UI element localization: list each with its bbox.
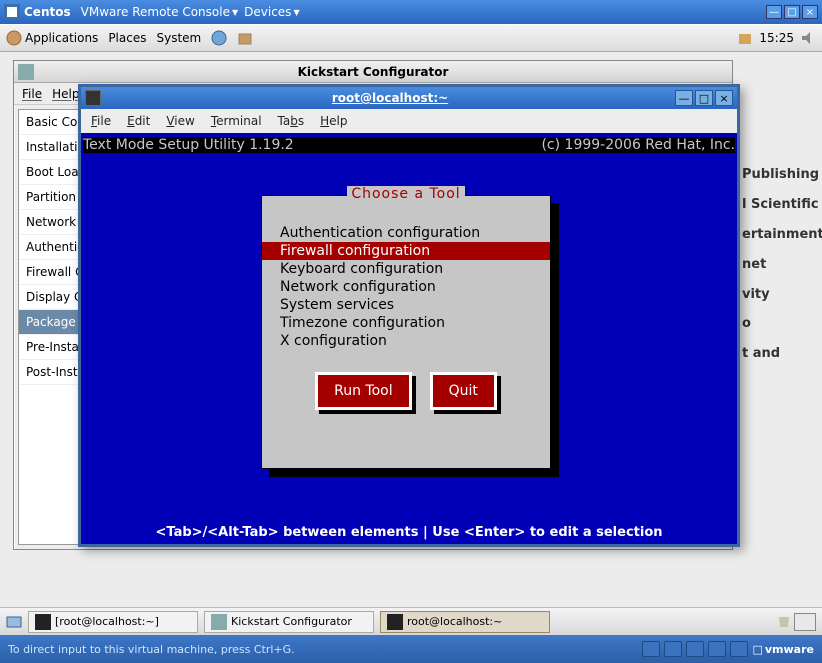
partial-text: vity [742,280,822,310]
term-menu-help[interactable]: Help [320,114,347,128]
system-menu[interactable]: System [156,31,201,45]
terminal-icon [387,614,403,630]
apps-icon [6,30,22,46]
partial-text: net [742,250,822,280]
ks-menu-help[interactable]: Help [52,87,79,101]
util-copyright: (c) 1999-2006 Red Hat, Inc. [541,137,735,153]
terminal-icon [85,90,101,106]
kickstart-title: Kickstart Configurator [298,65,449,79]
task-kickstart[interactable]: Kickstart Configurator [204,611,374,633]
device-indicator[interactable] [730,641,748,657]
term-menu-file[interactable]: File [91,114,111,128]
ks-menu-file[interactable]: File [22,87,42,101]
vmware-titlebar: Centos VMware Remote Console▼ Devices▼ —… [0,0,822,24]
tool-item[interactable]: Keyboard configuration [262,260,550,278]
term-max-button[interactable]: □ [695,90,713,106]
term-menu-view[interactable]: View [166,114,194,128]
term-close-button[interactable]: × [715,90,733,106]
gnome-bottom-panel: [root@localhost:~] Kickstart Configurato… [0,607,822,635]
terminal-body[interactable]: Text Mode Setup Utility 1.19.2 (c) 1999-… [81,133,737,544]
terminal-title: root@localhost:~ [105,91,675,105]
maximize-button[interactable]: □ [784,5,800,19]
package-icon[interactable] [237,30,253,46]
minimize-button[interactable]: — [766,5,782,19]
app-icon [211,614,227,630]
vmware-logo-icon [4,4,20,20]
speaker-icon[interactable] [800,30,816,46]
device-indicator[interactable] [686,641,704,657]
tool-item[interactable]: Authentication configuration [262,224,550,242]
device-indicator[interactable] [708,641,726,657]
tool-item[interactable]: Timezone configuration [262,314,550,332]
terminal-menubar: File Edit View Terminal Tabs Help [81,109,737,133]
tui-hint: <Tab>/<Alt-Tab> between elements | Use <… [81,525,737,540]
terminal-titlebar[interactable]: root@localhost:~ — □ × [81,87,737,109]
term-menu-edit[interactable]: Edit [127,114,150,128]
tool-item[interactable]: X configuration [262,332,550,350]
partial-text: o [742,309,822,339]
places-menu[interactable]: Places [108,31,146,45]
tui-panel: Choose a Tool Authentication configurati… [261,195,551,469]
partial-text: ertainment [742,220,822,250]
applications-menu[interactable]: Applications [6,30,98,46]
chevron-down-icon: ▼ [232,8,238,17]
task-terminal-1[interactable]: [root@localhost:~] [28,611,198,633]
close-button[interactable]: × [802,5,818,19]
device-indicator[interactable] [642,641,660,657]
partial-text: t and [742,339,822,369]
run-tool-button[interactable]: Run Tool [315,372,412,410]
terminal-icon [35,614,51,630]
util-title: Text Mode Setup Utility 1.19.2 [83,137,294,153]
tool-item[interactable]: Firewall configuration [262,242,550,260]
gnome-top-panel: Applications Places System 15:25 [0,24,822,52]
tool-list[interactable]: Authentication configurationFirewall con… [262,224,550,350]
update-icon[interactable] [737,30,753,46]
workspace-switcher[interactable] [794,613,816,631]
trash-icon[interactable] [776,613,792,629]
clock[interactable]: 15:25 [759,31,794,45]
desktop: Kickstart Configurator File Help Basic C… [0,52,822,607]
show-desktop-icon[interactable] [6,614,22,630]
vmware-brand: □ vmware [752,643,814,656]
vm-menu-console[interactable]: VMware Remote Console▼ [81,5,239,19]
chevron-down-icon: ▼ [293,8,299,17]
partial-right-panel: Publishingl Scientificertainmentnetvityo… [740,160,822,490]
vm-title: Centos [24,5,71,19]
term-min-button[interactable]: — [675,90,693,106]
partial-text: Publishing [742,160,822,190]
status-message: To direct input to this virtual machine,… [8,643,295,656]
globe-icon[interactable] [211,30,227,46]
term-menu-tabs[interactable]: Tabs [278,114,305,128]
app-icon [18,64,34,80]
vm-menu-devices[interactable]: Devices▼ [244,5,299,19]
terminal-window: root@localhost:~ — □ × File Edit View Te… [78,84,740,547]
panel-title: Choose a Tool [347,186,464,202]
vmware-statusbar: To direct input to this virtual machine,… [0,635,822,663]
kickstart-titlebar: Kickstart Configurator [14,61,732,83]
task-terminal-2[interactable]: root@localhost:~ [380,611,550,633]
device-indicator[interactable] [664,641,682,657]
tool-item[interactable]: Network configuration [262,278,550,296]
partial-text: l Scientific [742,190,822,220]
term-menu-terminal[interactable]: Terminal [211,114,262,128]
quit-button[interactable]: Quit [430,372,497,410]
tool-item[interactable]: System services [262,296,550,314]
